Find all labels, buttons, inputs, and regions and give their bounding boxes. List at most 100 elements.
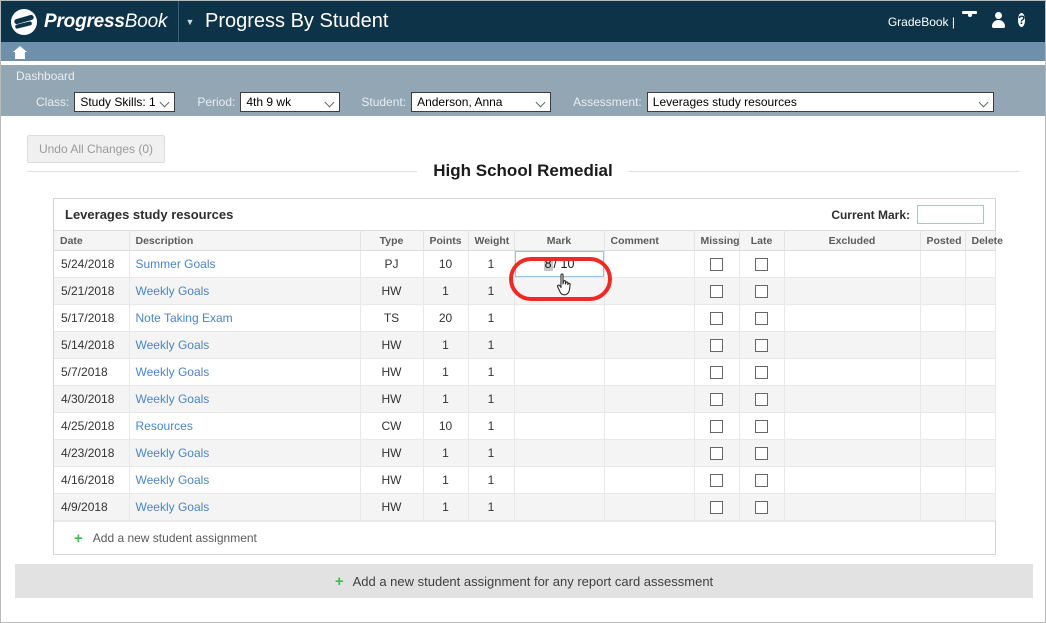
cell-late[interactable] — [739, 304, 785, 332]
cell-delete[interactable] — [965, 277, 996, 305]
cell-mark[interactable] — [514, 439, 605, 467]
assignment-link[interactable]: Weekly Goals — [136, 338, 210, 352]
assignment-link[interactable]: Weekly Goals — [136, 473, 210, 487]
cell-mark[interactable] — [514, 385, 605, 413]
student-select[interactable]: Anderson, Anna — [411, 92, 552, 112]
assignment-link[interactable]: Weekly Goals — [136, 365, 210, 379]
missing-checkbox[interactable] — [710, 393, 723, 407]
cell-missing[interactable] — [694, 304, 740, 332]
missing-checkbox[interactable] — [710, 420, 723, 434]
cell-missing[interactable] — [694, 466, 740, 494]
cell-comment[interactable] — [604, 493, 695, 521]
column-header-comment[interactable]: Comment — [604, 230, 695, 251]
missing-checkbox[interactable] — [710, 366, 723, 380]
late-checkbox[interactable] — [755, 393, 768, 407]
cell-delete[interactable] — [965, 439, 996, 467]
late-checkbox[interactable] — [755, 420, 768, 434]
cell-excluded[interactable] — [784, 277, 921, 305]
column-header-late[interactable]: Late — [739, 230, 785, 251]
cell-late[interactable] — [739, 331, 785, 359]
missing-checkbox[interactable] — [710, 447, 723, 461]
column-header-type[interactable]: Type — [360, 230, 424, 251]
late-checkbox[interactable] — [755, 339, 768, 353]
column-header-mark[interactable]: Mark — [514, 230, 605, 251]
cell-excluded[interactable] — [784, 466, 921, 494]
user-icon[interactable] — [991, 12, 1009, 32]
late-checkbox[interactable] — [755, 501, 768, 515]
cell-excluded[interactable] — [784, 439, 921, 467]
cell-missing[interactable] — [694, 493, 740, 521]
cell-missing[interactable] — [694, 439, 740, 467]
cell-mark[interactable] — [514, 412, 605, 440]
table-row[interactable]: 4/30/2018 Weekly Goals HW 1 1 — [54, 385, 996, 413]
cell-late[interactable] — [739, 250, 785, 278]
class-select[interactable]: Study Skills: 1 — [74, 92, 176, 112]
cell-comment[interactable] — [604, 358, 695, 386]
cell-late[interactable] — [739, 466, 785, 494]
cell-mark[interactable] — [514, 304, 605, 332]
bell-icon[interactable] — [964, 12, 982, 32]
column-header-date[interactable]: Date — [54, 230, 130, 251]
cell-late[interactable] — [739, 412, 785, 440]
cell-mark[interactable] — [514, 331, 605, 359]
missing-checkbox[interactable] — [710, 285, 723, 299]
cell-late[interactable] — [739, 439, 785, 467]
cell-excluded[interactable] — [784, 250, 921, 278]
missing-checkbox[interactable] — [710, 312, 723, 326]
cell-mark[interactable] — [514, 358, 605, 386]
column-header-weight[interactable]: Weight — [468, 230, 515, 251]
table-row[interactable]: 5/17/2018 Note Taking Exam TS 20 1 — [54, 304, 996, 332]
cell-comment[interactable] — [604, 331, 695, 359]
cell-comment[interactable] — [604, 385, 695, 413]
current-mark-input[interactable] — [917, 205, 984, 224]
cell-excluded[interactable] — [784, 331, 921, 359]
cell-delete[interactable] — [965, 304, 996, 332]
cell-delete[interactable] — [965, 412, 996, 440]
cell-excluded[interactable] — [784, 385, 921, 413]
missing-checkbox[interactable] — [710, 501, 723, 515]
cell-missing[interactable] — [694, 358, 740, 386]
cell-late[interactable] — [739, 493, 785, 521]
help-icon[interactable]: ? — [1018, 12, 1036, 32]
cell-mark[interactable] — [514, 493, 605, 521]
column-header-description[interactable]: Description — [129, 230, 361, 251]
cell-excluded[interactable] — [784, 304, 921, 332]
cell-delete[interactable] — [965, 250, 996, 278]
cell-missing[interactable] — [694, 331, 740, 359]
missing-checkbox[interactable] — [710, 258, 723, 272]
late-checkbox[interactable] — [755, 258, 768, 272]
late-checkbox[interactable] — [755, 447, 768, 461]
cell-missing[interactable] — [694, 250, 740, 278]
late-checkbox[interactable] — [755, 285, 768, 299]
assignment-link[interactable]: Weekly Goals — [136, 284, 210, 298]
cell-delete[interactable] — [965, 331, 996, 359]
cell-delete[interactable] — [965, 493, 996, 521]
assignment-link[interactable]: Weekly Goals — [136, 500, 210, 514]
table-row[interactable]: 5/21/2018 Weekly Goals HW 1 1 — [54, 277, 996, 305]
cell-comment[interactable] — [604, 304, 695, 332]
period-select[interactable]: 4th 9 wk — [240, 92, 341, 112]
table-row[interactable]: 4/16/2018 Weekly Goals HW 1 1 — [54, 466, 996, 494]
missing-checkbox[interactable] — [710, 474, 723, 488]
cell-mark[interactable] — [514, 277, 605, 305]
table-row[interactable]: 5/14/2018 Weekly Goals HW 1 1 — [54, 331, 996, 359]
cell-mark[interactable]: 8/ 10 — [514, 250, 605, 278]
mark-input-focused[interactable]: 8/ 10 — [514, 251, 604, 277]
late-checkbox[interactable] — [755, 474, 768, 488]
table-row[interactable]: 4/9/2018 Weekly Goals HW 1 1 — [54, 493, 996, 521]
cell-comment[interactable] — [604, 439, 695, 467]
late-checkbox[interactable] — [755, 312, 768, 326]
table-row[interactable]: 4/23/2018 Weekly Goals HW 1 1 — [54, 439, 996, 467]
cell-comment[interactable] — [604, 277, 695, 305]
cell-late[interactable] — [739, 277, 785, 305]
assignment-link[interactable]: Summer Goals — [136, 257, 216, 271]
table-row[interactable]: 5/24/2018 Summer Goals PJ 10 1 8/ 10 — [54, 250, 996, 278]
column-header-points[interactable]: Points — [423, 230, 469, 251]
cell-comment[interactable] — [604, 412, 695, 440]
column-header-excluded[interactable]: Excluded — [784, 230, 921, 251]
table-row[interactable]: 4/25/2018 Resources CW 10 1 — [54, 412, 996, 440]
late-checkbox[interactable] — [755, 366, 768, 380]
cell-missing[interactable] — [694, 277, 740, 305]
assignment-link[interactable]: Resources — [136, 419, 193, 433]
cell-excluded[interactable] — [784, 358, 921, 386]
